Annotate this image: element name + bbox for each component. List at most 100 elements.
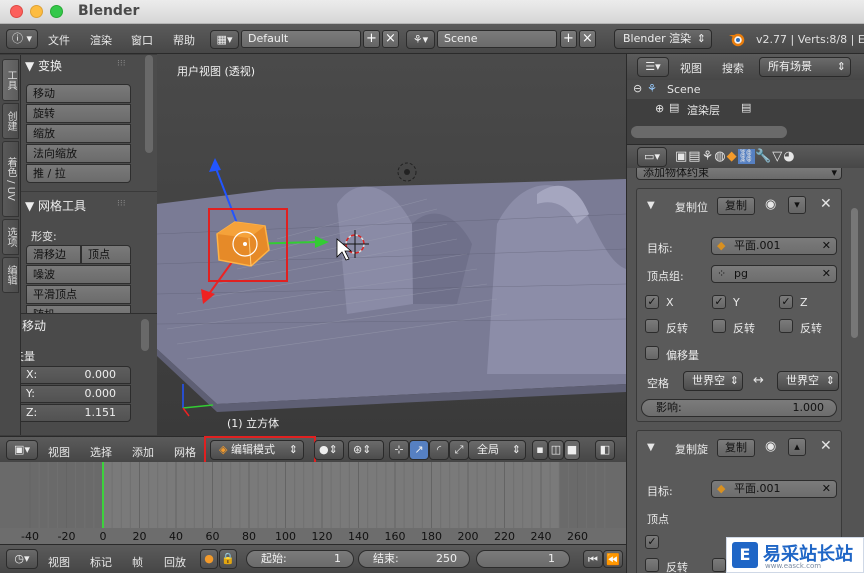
target-space-dropdown[interactable]: 世界空 ⇕ <box>777 371 839 391</box>
minimize-window-button[interactable] <box>30 5 43 18</box>
invert-x-checkbox[interactable] <box>645 319 659 333</box>
layout-name-field[interactable]: Default <box>241 30 361 48</box>
move-tool-button[interactable]: 移动 <box>26 84 131 103</box>
viewport-editor-type-button[interactable]: ▣▾ <box>6 440 38 460</box>
menu-select[interactable]: 选择 <box>90 444 112 460</box>
edge-slide-button[interactable]: 滑移边 <box>26 245 81 264</box>
menu-outliner-view[interactable]: 视图 <box>680 60 702 76</box>
constraint1-copy-button[interactable]: 复制 <box>717 197 755 215</box>
move-up-button[interactable]: ▴ <box>788 438 806 456</box>
owner-space-dropdown[interactable]: 世界空 ⇕ <box>683 371 743 391</box>
outliner[interactable]: ⊖ ⚘ Scene ⊕ ▤ 渲染层 ▤ <box>626 80 864 144</box>
collapse-icon[interactable]: ⊖ <box>633 82 642 95</box>
offset-checkbox[interactable] <box>645 346 659 360</box>
use-z-checkbox[interactable]: ✓ <box>779 295 793 309</box>
face-select-button[interactable]: ■ <box>564 440 580 460</box>
drag-grip-icon[interactable]: ⁝⁝⁝ <box>117 199 126 209</box>
scene-name-field[interactable]: Scene <box>437 30 557 48</box>
vertex-slide-button[interactable]: 顶点 <box>81 245 131 264</box>
vector-z-field[interactable]: Z: 1.151 <box>21 404 131 422</box>
modifier-tab-icon[interactable]: 🔧 <box>755 149 772 164</box>
lock-range-button[interactable]: 🔒 <box>219 549 237 569</box>
menu-add[interactable]: 添加 <box>132 444 154 460</box>
timeline-editor-type-button[interactable]: ◷▾ <box>6 549 38 569</box>
mesh-tools-panel-header[interactable]: ▼ 网格工具 <box>25 197 86 214</box>
use-x-checkbox[interactable]: ✓ <box>645 295 659 309</box>
scene-tab-icon[interactable]: ⚘ <box>702 149 715 164</box>
tab-edit[interactable]: 编辑 <box>2 257 19 293</box>
rotate-manipulator-button[interactable]: ◜ <box>429 440 449 460</box>
influence-slider[interactable]: 影响: 1.000 <box>641 399 837 417</box>
rotate-tool-button[interactable]: 旋转 <box>26 104 131 123</box>
render-engine-dropdown[interactable]: Blender 渲染 ⇕ <box>614 29 712 49</box>
context-tabs[interactable]: ▣▤⚘◍◆⛓🔧▽◕ <box>675 149 796 164</box>
jump-start-button[interactable]: ⏮ <box>583 550 603 568</box>
menu-playback[interactable]: 回放 <box>164 554 186 570</box>
material-tab-icon[interactable]: ◕ <box>783 149 795 164</box>
menu-window[interactable]: 窗口 <box>131 32 153 48</box>
target2-field[interactable]: ◆ 平面.001 ✕ <box>711 480 837 498</box>
manipulator-toggle[interactable]: ⊹ <box>389 440 409 460</box>
shelf-scrollbar[interactable] <box>145 55 153 153</box>
menu-render[interactable]: 渲染 <box>90 32 112 48</box>
render-layer-toggle-icon[interactable]: ▤ <box>741 101 751 114</box>
transform-panel-header[interactable]: ▼ 变换 <box>25 57 62 74</box>
layout-selector-button[interactable]: ▦▾ <box>210 30 239 49</box>
shrink-fatten-button[interactable]: 法向缩放 <box>26 144 131 163</box>
vector-x-field[interactable]: X: 0.000 <box>21 366 131 384</box>
properties-editor-type-button[interactable]: ▭▾ <box>637 147 667 167</box>
menu-mesh[interactable]: 网格 <box>174 444 196 460</box>
timeline[interactable]: -40 -20 0 20 40 60 80 100 120 140 160 180 200 220 240 2… <box>0 462 626 544</box>
start-frame-field[interactable]: 起始: 1 <box>246 550 354 568</box>
outliner-editor-type-button[interactable]: ☰▾ <box>637 57 669 77</box>
menu-timeline-view[interactable]: 视图 <box>48 554 70 570</box>
use-x2-checkbox[interactable]: ✓ <box>645 535 659 549</box>
invert-z-checkbox[interactable] <box>779 319 793 333</box>
scene-selector-button[interactable]: ⚘▾ <box>406 30 435 49</box>
operator-panel-header[interactable]: ▼ 移动 <box>21 317 46 334</box>
remove-scene-button[interactable]: × <box>579 30 596 48</box>
outliner-row-scene[interactable]: ⊖ ⚘ Scene <box>627 80 864 99</box>
world-tab-icon[interactable]: ◍ <box>714 149 726 164</box>
render-tab-icon[interactable]: ▣ <box>675 149 688 164</box>
scale-tool-button[interactable]: 缩放 <box>26 124 131 143</box>
shading-dropdown[interactable]: ●⇕ <box>314 440 344 460</box>
menu-frame[interactable]: 帧 <box>132 554 143 570</box>
edge-select-button[interactable]: ◫ <box>548 440 564 460</box>
push-pull-button[interactable]: 推 / 拉 <box>26 164 131 183</box>
zoom-window-button[interactable] <box>50 5 63 18</box>
operator-scrollbar[interactable] <box>141 319 149 351</box>
remove-layout-button[interactable]: × <box>382 30 399 48</box>
menu-view[interactable]: 视图 <box>48 444 70 460</box>
data-tab-icon[interactable]: ▽ <box>772 149 783 164</box>
clear-icon[interactable]: ✕ <box>822 481 831 497</box>
orientation-dropdown[interactable]: 全局 ⇕ <box>468 440 526 460</box>
close-icon[interactable]: ✕ <box>820 438 832 454</box>
add-constraint-dropdown[interactable]: 添加物体约束 ▾ <box>636 168 842 180</box>
add-layout-button[interactable]: + <box>363 30 380 48</box>
editor-type-button[interactable]: ⓘ ▾ <box>6 29 38 49</box>
properties-scrollbar[interactable] <box>851 208 858 338</box>
outliner-row-layers[interactable]: ⊕ ▤ 渲染层 ▤ <box>627 99 864 119</box>
tab-tools[interactable]: 工具 <box>2 59 19 101</box>
tab-create[interactable]: 创建 <box>2 103 19 139</box>
translate-manipulator-button[interactable]: ↗ <box>409 440 429 460</box>
menu-search[interactable]: 搜索 <box>722 60 744 76</box>
record-button[interactable]: ● <box>200 549 218 569</box>
constraint-tab-icon[interactable]: ⛓ <box>737 149 756 164</box>
current-frame-field[interactable]: 1 <box>476 550 570 568</box>
noise-button[interactable]: 噪波 <box>26 265 131 284</box>
end-frame-field[interactable]: 结束: 250 <box>358 550 470 568</box>
close-window-button[interactable] <box>10 5 23 18</box>
occlude-geometry-button[interactable]: ◧ <box>595 440 615 460</box>
invert-y-checkbox[interactable] <box>712 319 726 333</box>
object-tab-icon[interactable]: ◆ <box>727 149 738 164</box>
invert-y2-checkbox[interactable] <box>712 558 726 572</box>
tab-options[interactable]: 选项 <box>2 219 19 255</box>
constraint1-name[interactable]: 复制位 <box>675 199 708 215</box>
add-scene-button[interactable]: + <box>560 30 577 48</box>
eye-icon[interactable]: ◉ <box>765 439 776 454</box>
expand-icon[interactable]: ⊕ <box>655 102 664 115</box>
menu-file[interactable]: 文件 <box>48 32 70 48</box>
collapse-triangle-icon[interactable]: ▼ <box>647 442 655 453</box>
